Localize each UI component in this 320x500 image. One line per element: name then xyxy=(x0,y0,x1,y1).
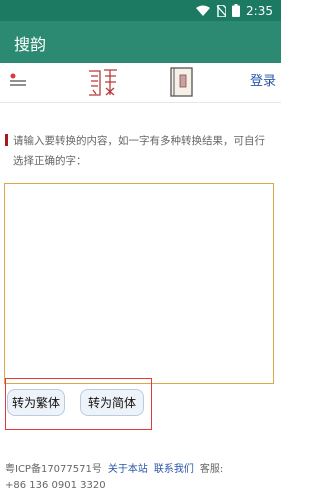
status-time: 2:35 xyxy=(246,3,273,18)
footer: 粤ICP备17077571号 关于本站 联系我们 客服: +86 136 0901 3… xyxy=(5,462,277,494)
contact-link[interactable]: 联系我们 xyxy=(154,464,194,475)
convert-to-simplified-button[interactable]: 转为简体 xyxy=(80,389,144,416)
wifi-icon xyxy=(196,5,211,16)
convert-to-traditional-button[interactable]: 转为繁体 xyxy=(7,389,65,416)
icp-record: 粤ICP备17077571号 xyxy=(5,464,102,475)
service-label: 客服: xyxy=(199,464,224,475)
login-link[interactable]: 登录 xyxy=(250,70,276,89)
status-icons: 2:35 xyxy=(196,3,273,18)
book-icon[interactable] xyxy=(170,67,194,97)
app-title: 搜韵 xyxy=(14,35,47,54)
conversion-input[interactable] xyxy=(4,183,274,384)
instruction-text: 请输入要转换的内容，如一字有多种转换结果，可自行选择正确的字： xyxy=(13,135,265,167)
site-header: 登录 xyxy=(0,63,281,103)
battery-icon xyxy=(232,4,241,17)
app-bar: 搜韵 xyxy=(0,21,281,63)
status-bar: 2:35 xyxy=(0,0,281,21)
menu-icon[interactable] xyxy=(6,71,28,91)
about-link[interactable]: 关于本站 xyxy=(108,464,148,475)
instruction: 请输入要转换的内容，如一字有多种转换结果，可自行选择正确的字： xyxy=(5,131,275,171)
no-sim-icon xyxy=(216,4,227,17)
service-phone: +86 136 0901 3320 xyxy=(5,480,106,491)
soyun-seal-logo[interactable] xyxy=(86,67,120,99)
instruction-marker xyxy=(5,134,8,146)
